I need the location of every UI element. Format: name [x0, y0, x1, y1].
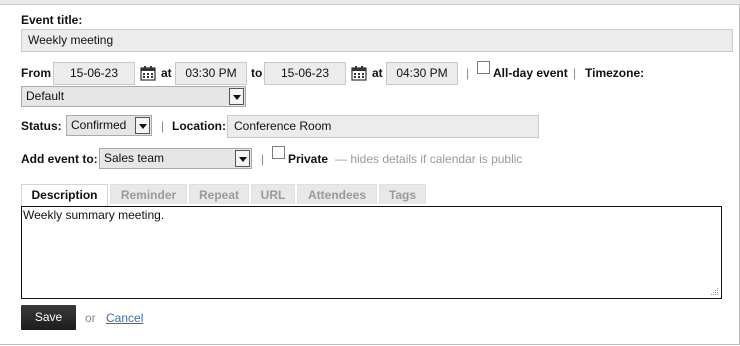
status-value: Confirmed: [71, 118, 127, 132]
to-label: to: [251, 66, 263, 80]
separator: |: [573, 66, 577, 80]
private-hint: — hides details if calendar is public: [335, 152, 523, 166]
end-time-input[interactable]: 04:30 PM: [386, 62, 458, 85]
save-button[interactable]: Save: [21, 305, 76, 330]
timezone-select[interactable]: Default: [21, 86, 246, 107]
add-event-to-label: Add event to:: [21, 152, 98, 166]
cancel-link[interactable]: Cancel: [106, 311, 143, 325]
location-label: Location:: [172, 119, 226, 133]
timezone-label: Timezone:: [585, 66, 645, 80]
event-editor-panel: Event title: Weekly meeting From 15-06-2…: [0, 4, 740, 345]
from-label: From: [21, 66, 51, 80]
event-title-input[interactable]: Weekly meeting: [21, 29, 733, 52]
tab-url[interactable]: URL: [251, 184, 295, 204]
chevron-down-icon: [235, 150, 250, 167]
calendar-icon[interactable]: [351, 65, 367, 81]
tab-attendees[interactable]: Attendees: [297, 184, 377, 204]
start-at-label: at: [161, 66, 172, 80]
separator: |: [261, 152, 265, 166]
end-date-input[interactable]: 15-06-23: [264, 62, 346, 85]
tab-tags[interactable]: Tags: [379, 184, 426, 204]
separator: |: [466, 66, 470, 80]
start-date-input[interactable]: 15-06-23: [53, 62, 135, 85]
chevron-down-icon: [229, 88, 244, 105]
calendar-value: Sales team: [104, 151, 165, 165]
private-label: Private: [288, 152, 329, 166]
tab-description[interactable]: Description: [21, 184, 108, 206]
status-label: Status:: [21, 119, 62, 133]
end-at-label: at: [372, 66, 383, 80]
timezone-value: Default: [26, 89, 65, 103]
all-day-label: All-day event: [493, 66, 568, 80]
description-textarea[interactable]: Weekly summary meeting.: [21, 206, 722, 299]
tab-repeat[interactable]: Repeat: [189, 184, 249, 204]
all-day-checkbox[interactable]: [477, 61, 490, 74]
location-input[interactable]: Conference Room: [227, 115, 539, 138]
private-checkbox[interactable]: [272, 146, 285, 159]
description-text: Weekly summary meeting.: [23, 208, 165, 222]
separator: |: [161, 119, 165, 133]
start-time-input[interactable]: 03:30 PM: [175, 62, 247, 85]
chevron-down-icon: [135, 117, 150, 134]
status-select[interactable]: Confirmed: [66, 115, 152, 136]
calendar-icon[interactable]: [140, 65, 156, 81]
calendar-select[interactable]: Sales team: [99, 148, 252, 169]
or-text: or: [85, 311, 96, 325]
event-title-label: Event title:: [21, 13, 83, 27]
tab-reminder[interactable]: Reminder: [110, 184, 187, 204]
resize-grip-icon[interactable]: [711, 288, 719, 296]
